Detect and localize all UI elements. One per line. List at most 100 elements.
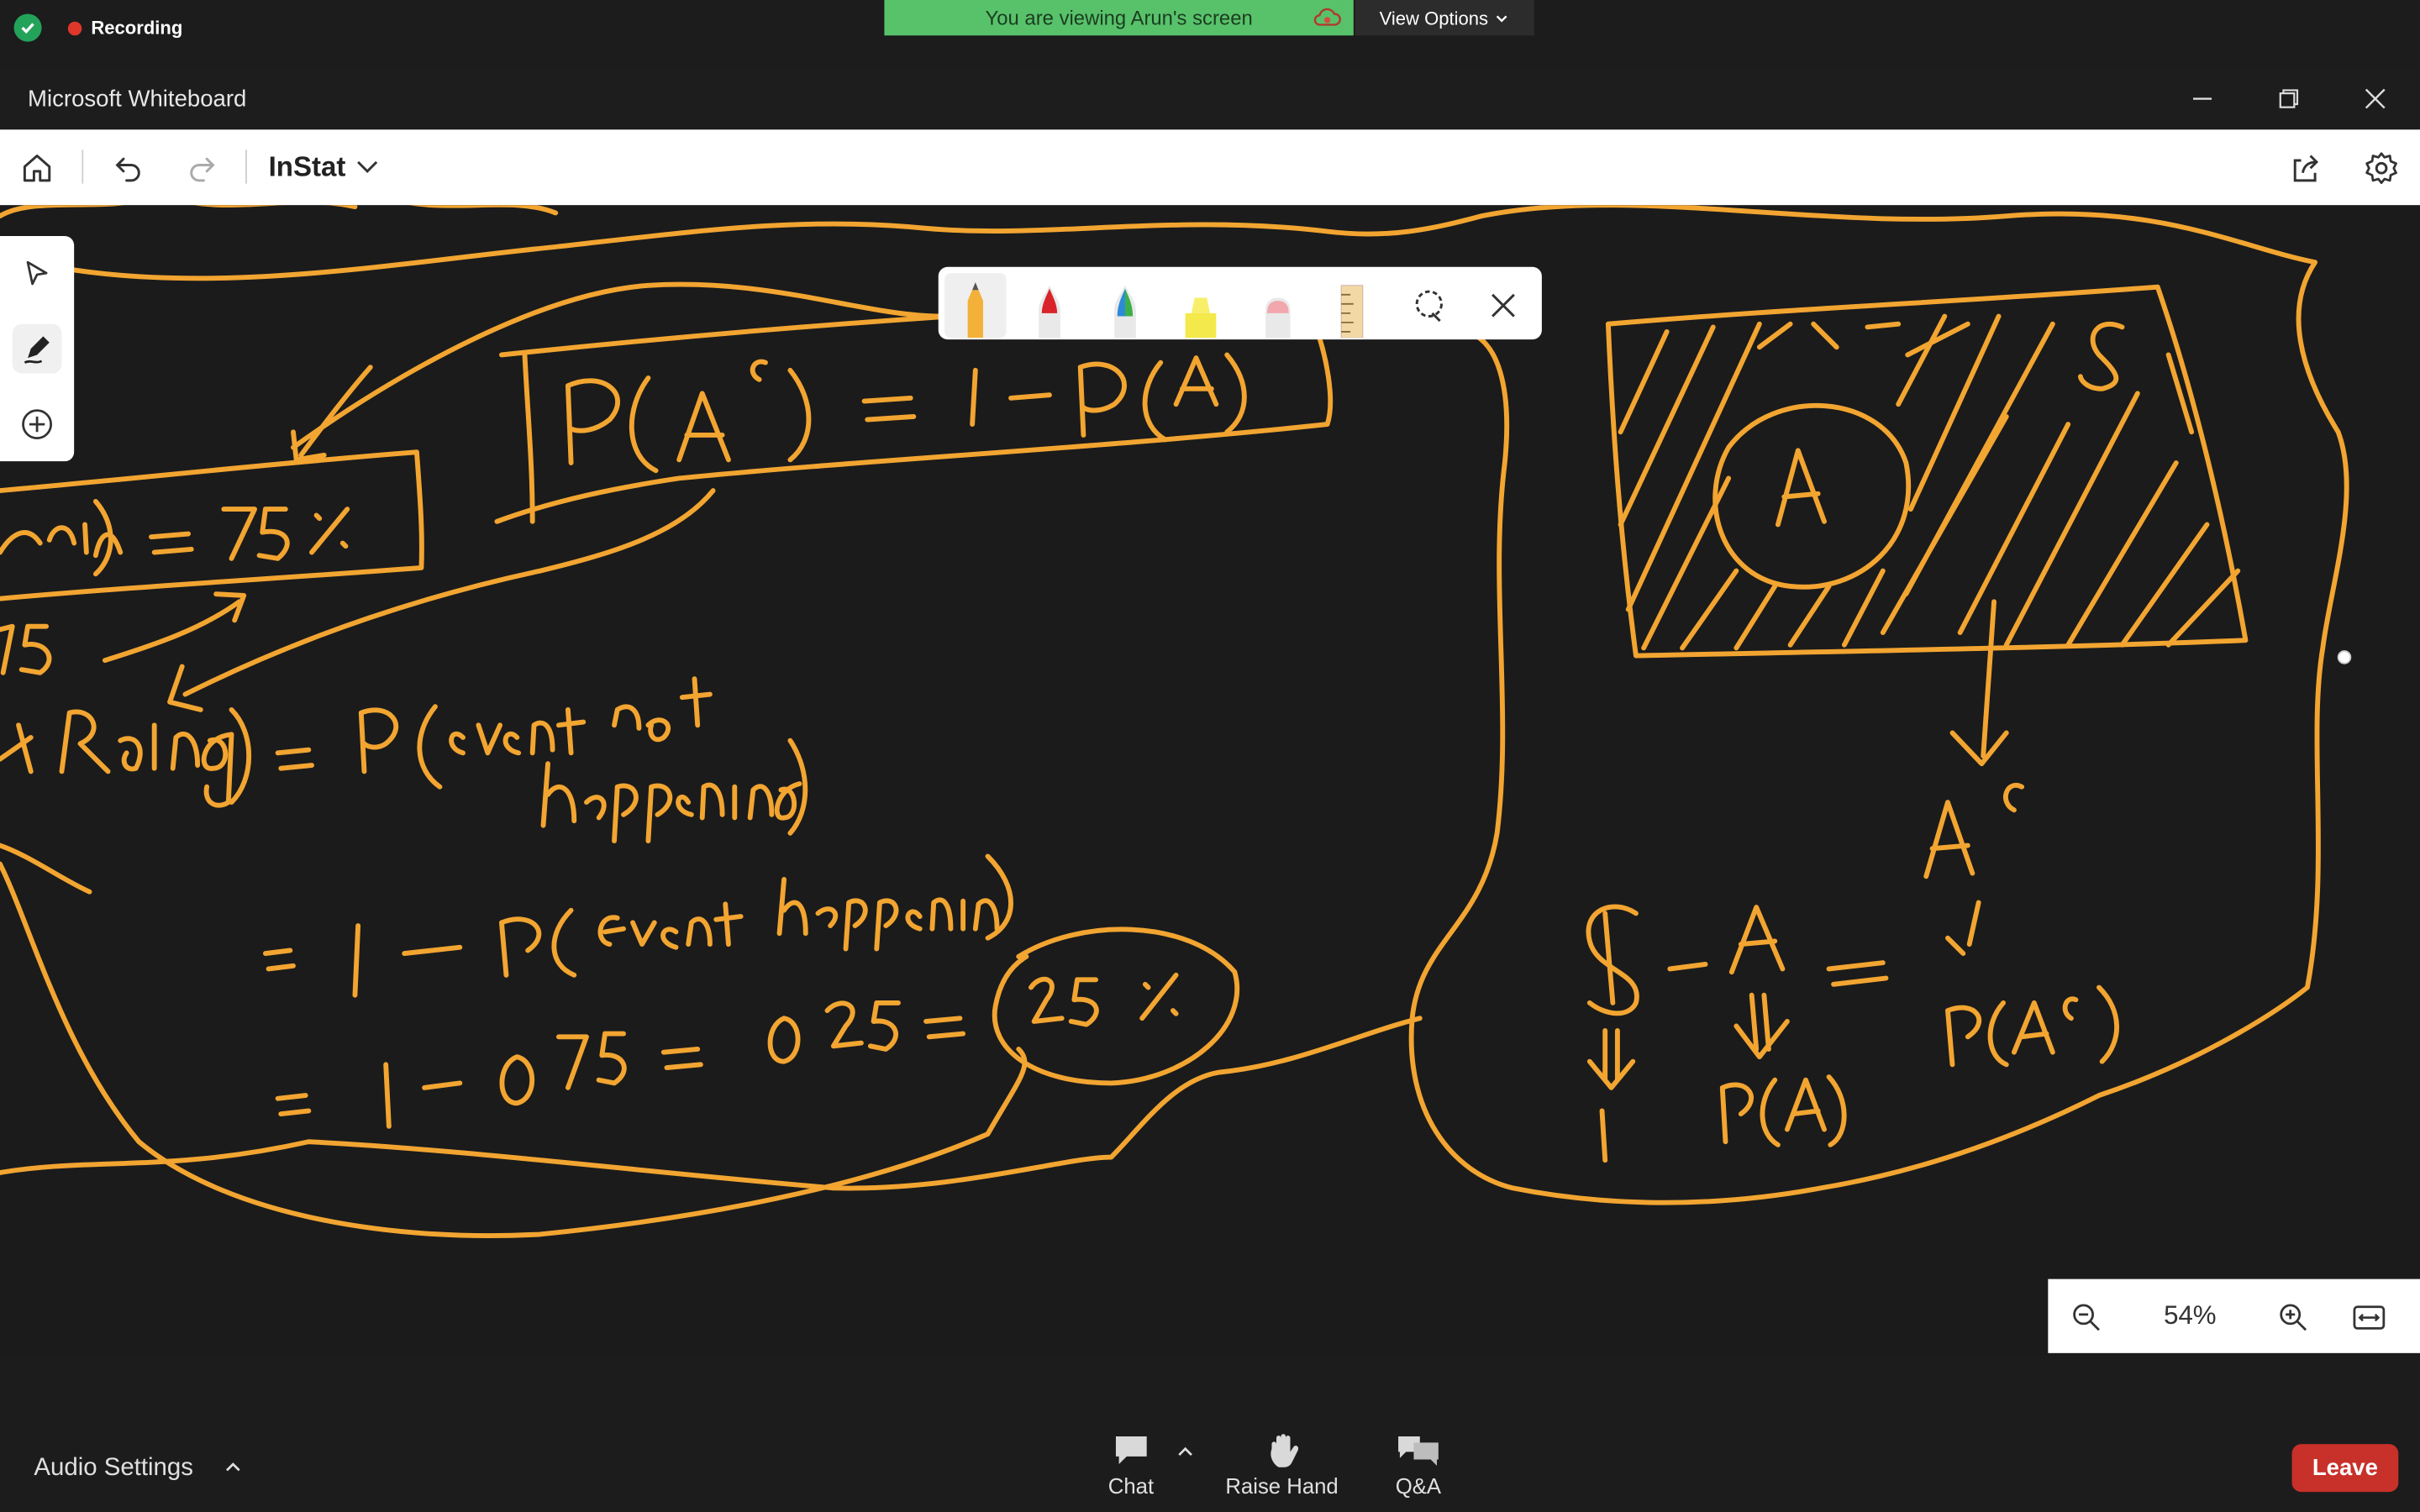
ink-formula-minus (1008, 392, 1052, 401)
add-button[interactable] (13, 400, 62, 449)
ink-line2-happening (776, 876, 1000, 952)
ink-line2-eq (262, 948, 296, 972)
ink-A-small (1728, 905, 1786, 975)
ink-small-curve (0, 843, 92, 895)
board-name[interactable]: InStat (269, 151, 346, 184)
ink-formula-paren3 (1142, 360, 1168, 443)
ink-happening-word (540, 761, 802, 843)
ink-letter-S (2077, 321, 2125, 391)
zoom-out-button[interactable] (2068, 1299, 2105, 1336)
ink-line3-75 (555, 1031, 627, 1090)
ink-rain-percent (309, 507, 350, 555)
pen-tool-button[interactable] (12, 323, 62, 374)
ink-not-raining (0, 709, 234, 808)
lasso-icon (1415, 290, 1443, 323)
redo-button[interactable] (182, 148, 223, 188)
pen-rainbow[interactable] (1094, 273, 1155, 339)
chevron-up-icon (1178, 1446, 1192, 1457)
close-tray-button[interactable] (1472, 273, 1534, 338)
ink-line3-eq2 (660, 1047, 703, 1070)
zoom-in-button[interactable] (2275, 1299, 2312, 1336)
meeting-gap (0, 1354, 2420, 1423)
whiteboard-canvas[interactable] (0, 205, 2420, 1355)
ink-letter-A (1775, 448, 1827, 528)
audio-settings-button[interactable]: Audio Settings (34, 1455, 193, 1483)
window-title-bar: Microsoft Whiteboard (0, 67, 2420, 130)
ink-S-big (1586, 904, 1639, 1016)
ink-arrow-down-left (291, 365, 373, 463)
cursor-icon (26, 260, 48, 286)
pen-orange[interactable] (944, 273, 1007, 339)
ink-line3-1 (383, 1062, 392, 1129)
pen-rainbow-icon (1114, 285, 1136, 339)
highlighter-icon (1185, 297, 1217, 339)
ink-arrow-right (102, 591, 247, 664)
ink-formula-paren4 (1224, 352, 1247, 435)
pen-red-icon (1039, 285, 1060, 339)
gear-icon (2365, 152, 2397, 185)
ruler-tool[interactable] (1321, 273, 1382, 339)
ink-formula-P2 (1077, 361, 1127, 438)
meeting-top-bar: Recording You are viewing Arun's screen … (0, 0, 2420, 68)
highlighter-yellow[interactable] (1170, 273, 1231, 339)
fit-to-screen-button[interactable] (2349, 1299, 2390, 1336)
undo-button[interactable] (108, 148, 149, 188)
leave-button[interactable]: Leave (2291, 1444, 2399, 1493)
board-menu-button[interactable] (352, 151, 383, 182)
viewing-banner: You are viewing Arun's screen (884, 0, 1354, 36)
ink-line2-paren (551, 907, 577, 978)
ink-double-arrow-1 (1586, 1027, 1636, 1090)
chat-options-caret[interactable] (1176, 1441, 1195, 1469)
ink-A-complement (1923, 783, 2025, 879)
selection-handle-icon[interactable] (2335, 648, 2354, 666)
ink-formula-A2 (1173, 355, 1219, 407)
chat-icon (1115, 1436, 1147, 1465)
eraser-tool[interactable] (1247, 273, 1308, 339)
toolbar-divider (82, 150, 84, 184)
toolbar-divider (245, 150, 247, 184)
pen-icon (24, 336, 50, 364)
share-button[interactable] (2286, 148, 2326, 188)
ink-line3-eq (275, 1093, 312, 1117)
zoom-out-icon (2073, 1304, 2100, 1331)
recording-indicator[interactable]: Recording (67, 17, 182, 39)
home-icon (23, 155, 51, 182)
pen-tray (938, 266, 1542, 340)
shield-check-icon[interactable] (13, 13, 42, 42)
chevron-up-icon (226, 1462, 240, 1472)
ink-formula-eq (861, 395, 917, 423)
view-options-button[interactable]: View Options (1355, 0, 1534, 36)
ink-line3-0 (499, 1054, 535, 1106)
ink-line3-0-2 (767, 1016, 801, 1064)
ink-hatching (1618, 313, 2241, 651)
ink-line2-event (597, 901, 744, 950)
home-button[interactable] (17, 148, 57, 188)
select-tool-button[interactable] (13, 249, 62, 298)
ink-curve-arrow (167, 488, 716, 712)
qa-icon (1398, 1436, 1439, 1466)
restore-button[interactable] (2269, 81, 2309, 118)
chat-button[interactable]: Chat (1108, 1431, 1154, 1498)
audio-settings-caret[interactable] (224, 1457, 242, 1484)
pen-red[interactable] (1018, 273, 1080, 339)
lasso-tool[interactable] (1398, 273, 1460, 338)
plus-circle-icon (22, 409, 52, 440)
ink-formula-1 (970, 367, 978, 428)
hand-icon (1270, 1434, 1298, 1467)
ink-line2-minus (402, 944, 463, 957)
close-icon (1491, 293, 1515, 318)
ink-outer-boundary (71, 205, 2349, 1205)
ink-P-event (358, 707, 399, 774)
share-icon (2293, 155, 2319, 182)
ink-formula-A (676, 391, 731, 463)
ink-heading-fragment (0, 205, 559, 219)
ink-line3-eq3 (923, 1016, 966, 1040)
close-window-button[interactable] (2355, 81, 2396, 118)
raise-hand-label: Raise Hand (1225, 1473, 1339, 1499)
settings-button[interactable] (2361, 148, 2402, 188)
qa-button[interactable]: Q&A (1395, 1431, 1441, 1498)
raise-hand-button[interactable]: Raise Hand (1225, 1431, 1339, 1499)
ink-region-bottom (0, 1016, 1423, 1191)
minimize-button[interactable] (2182, 81, 2223, 118)
ink-check-mark (1945, 900, 1981, 957)
